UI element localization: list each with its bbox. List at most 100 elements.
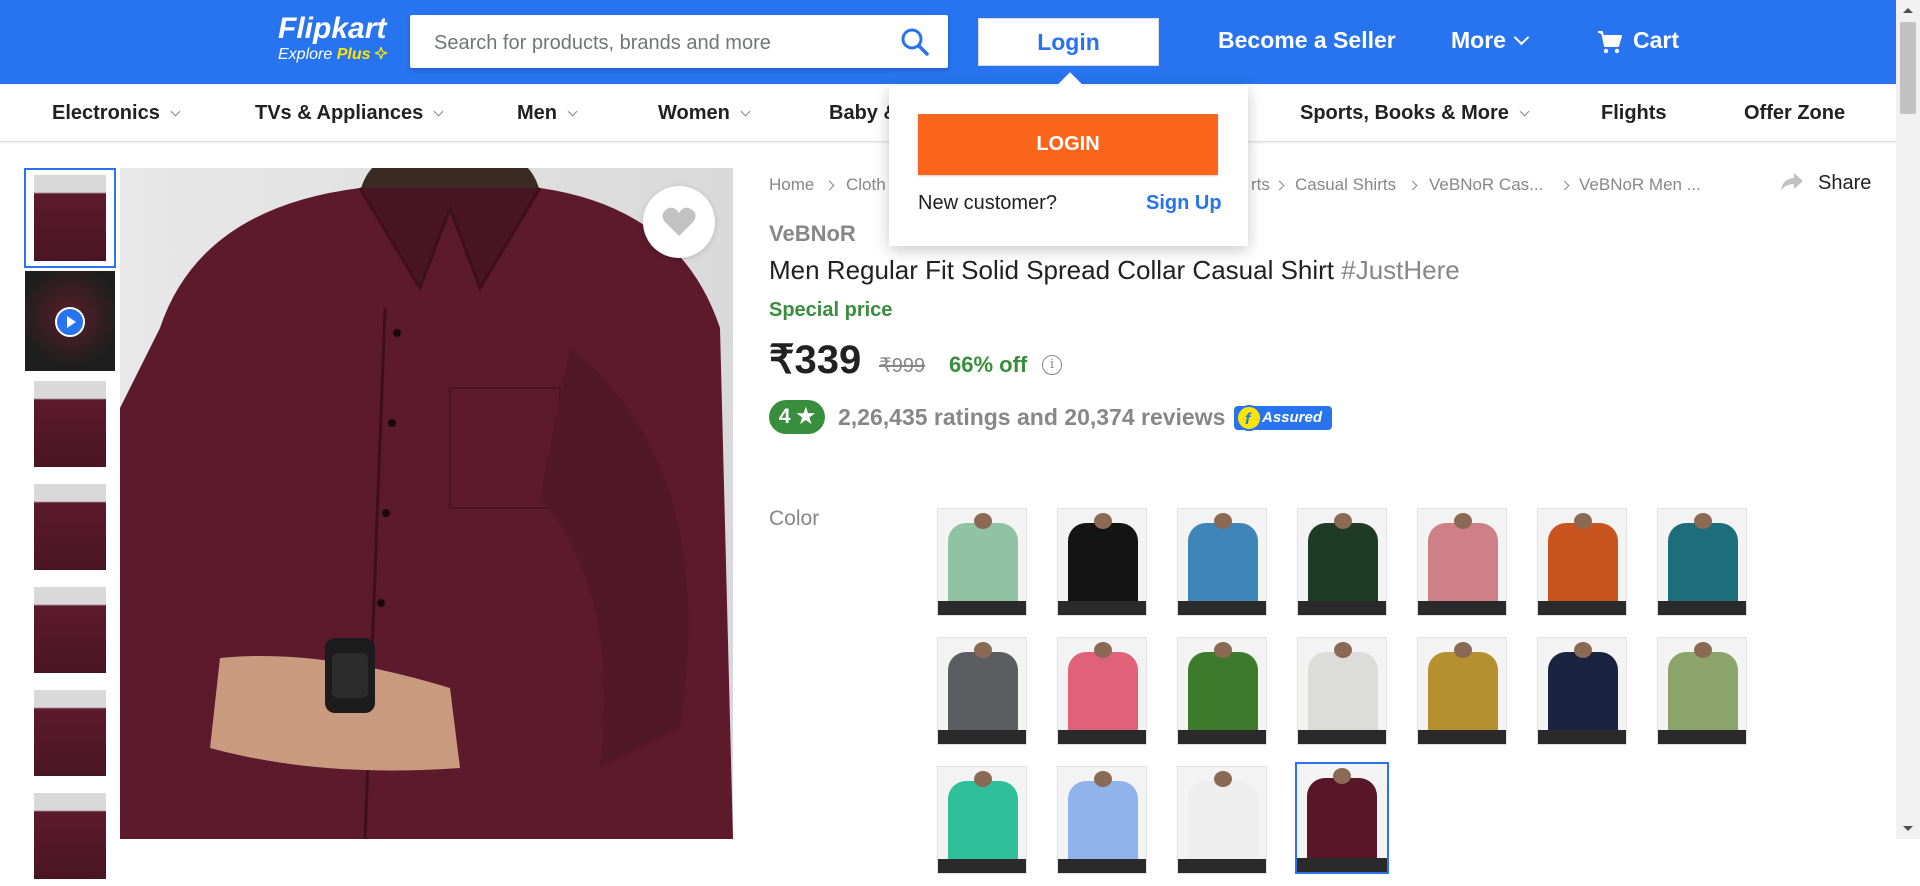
product-main-image[interactable]	[120, 168, 733, 839]
swatch-model-head	[1454, 642, 1472, 658]
search-icon[interactable]	[900, 27, 930, 57]
thumbnail-image	[34, 175, 106, 261]
color-swatch[interactable]	[1297, 508, 1387, 616]
scroll-up-icon[interactable]	[1903, 8, 1913, 13]
swatch-model-pants	[1658, 730, 1746, 744]
category-offer-zone[interactable]: Offer Zone	[1744, 102, 1845, 125]
breadcrumb-casual-shirts[interactable]: Casual Shirts	[1295, 175, 1396, 195]
category-women[interactable]: Women	[658, 102, 751, 125]
ratings-reviews-count[interactable]: 2,26,435 ratings and 20,374 reviews	[838, 404, 1225, 431]
swatch-model-head	[1694, 642, 1712, 658]
product-discount: 66% off	[949, 352, 1028, 377]
logo-subtext: Explore Plus	[278, 44, 390, 64]
video-thumbnail-image	[25, 271, 115, 371]
breadcrumb-vebnor-casual[interactable]: VeBNoR Cas...	[1429, 175, 1543, 195]
swatch-model-pants	[1178, 859, 1266, 873]
thumbnail-image	[34, 381, 106, 467]
color-swatch[interactable]	[1417, 637, 1507, 745]
become-seller-link[interactable]: Become a Seller	[1218, 27, 1396, 54]
thumbnail-5[interactable]	[24, 580, 116, 680]
logo-text: Flipkart	[278, 12, 387, 45]
breadcrumb-shirts[interactable]: rts	[1251, 175, 1270, 195]
color-swatch[interactable]	[1657, 508, 1747, 616]
top-header: Flipkart Explore Plus Search for product…	[0, 0, 1920, 84]
color-swatch[interactable]	[1295, 762, 1389, 874]
swatch-model-pants	[1658, 601, 1746, 615]
swatch-model-head	[1333, 768, 1351, 784]
category-men[interactable]: Men	[517, 102, 578, 125]
swatch-model-pants	[938, 730, 1026, 744]
scroll-thumb[interactable]	[1900, 22, 1916, 114]
swatch-model-head	[974, 771, 992, 787]
color-swatch[interactable]	[1057, 508, 1147, 616]
color-swatch[interactable]	[1537, 637, 1627, 745]
color-swatch[interactable]	[1537, 508, 1627, 616]
play-icon	[55, 307, 85, 337]
breadcrumb-home[interactable]: Home	[769, 175, 814, 195]
swatch-model-head	[1094, 642, 1112, 658]
thumbnail-image	[34, 793, 106, 879]
color-swatch[interactable]	[1297, 637, 1387, 745]
swatch-model-pants	[1058, 730, 1146, 744]
chevron-down-icon	[1519, 106, 1530, 117]
chevron-down-icon	[433, 106, 444, 117]
rating-badge[interactable]: 4 ★	[769, 400, 825, 434]
thumbnail-4[interactable]	[24, 477, 116, 577]
search-bar[interactable]: Search for products, brands and more	[410, 15, 948, 68]
thumbnail-3[interactable]	[24, 374, 116, 474]
share-link[interactable]: Share	[1818, 172, 1871, 195]
logo-plus: Plus	[336, 46, 371, 63]
logo-explore: Explore	[278, 46, 333, 63]
share-icon[interactable]	[1780, 172, 1804, 192]
flipkart-logo[interactable]: Flipkart Explore Plus	[278, 12, 390, 64]
thumbnail-1[interactable]	[24, 168, 116, 268]
thumbnail-video[interactable]	[24, 271, 116, 371]
sign-up-link[interactable]: Sign Up	[1146, 192, 1222, 215]
color-swatch[interactable]	[937, 637, 1027, 745]
dropdown-login-button[interactable]: LOGIN	[918, 114, 1218, 175]
wishlist-button[interactable]	[643, 186, 715, 258]
category-tvs-appliances[interactable]: TVs & Appliances	[255, 102, 444, 125]
cart-icon[interactable]	[1597, 29, 1623, 55]
category-label: Offer Zone	[1744, 102, 1846, 124]
assured-label: Assured	[1262, 409, 1323, 426]
cart-link[interactable]: Cart	[1633, 27, 1679, 54]
color-swatch[interactable]	[1177, 508, 1267, 616]
color-swatch[interactable]	[1057, 766, 1147, 874]
search-input[interactable]: Search for products, brands and more	[434, 32, 771, 55]
product-title: Men Regular Fit Solid Spread Collar Casu…	[769, 255, 1460, 286]
page-scrollbar[interactable]	[1896, 0, 1920, 839]
breadcrumb-separator	[1274, 180, 1285, 191]
login-button[interactable]: Login	[978, 18, 1159, 66]
category-flights[interactable]: Flights	[1601, 102, 1667, 125]
category-sports-books[interactable]: Sports, Books & More	[1300, 102, 1530, 125]
category-electronics[interactable]: Electronics	[52, 102, 181, 125]
color-swatch[interactable]	[1057, 637, 1147, 745]
more-menu[interactable]: More	[1451, 27, 1530, 54]
thumbnail-6[interactable]	[24, 683, 116, 783]
swatch-model-pants	[1538, 730, 1626, 744]
color-swatch[interactable]	[937, 508, 1027, 616]
color-swatch[interactable]	[937, 766, 1027, 874]
thumbnail-image	[34, 690, 106, 776]
product-title-text: Men Regular Fit Solid Spread Collar Casu…	[769, 255, 1335, 285]
color-swatch[interactable]	[1177, 766, 1267, 874]
breadcrumb-vebnor-men[interactable]: VeBNoR Men ...	[1579, 175, 1701, 195]
product-brand[interactable]: VeBNoR	[769, 221, 856, 247]
swatch-model-pants	[1418, 730, 1506, 744]
breadcrumb-separator	[1559, 180, 1570, 191]
scroll-down-icon[interactable]	[1903, 826, 1913, 831]
breadcrumb-clothing[interactable]: Cloth	[846, 175, 886, 195]
login-dropdown: LOGIN New customer? Sign Up	[889, 86, 1248, 246]
breadcrumb-separator	[824, 180, 835, 191]
swatch-model-pants	[1058, 601, 1146, 615]
color-swatch[interactable]	[1657, 637, 1747, 745]
swatch-model-pants	[1418, 601, 1506, 615]
thumbnail-7[interactable]	[24, 786, 116, 886]
category-baby[interactable]: Baby &	[829, 102, 898, 125]
info-icon[interactable]: i	[1042, 355, 1062, 375]
color-swatch[interactable]	[1417, 508, 1507, 616]
swatch-model-head	[974, 513, 992, 529]
swatch-model-pants	[938, 859, 1026, 873]
color-swatch[interactable]	[1177, 637, 1267, 745]
